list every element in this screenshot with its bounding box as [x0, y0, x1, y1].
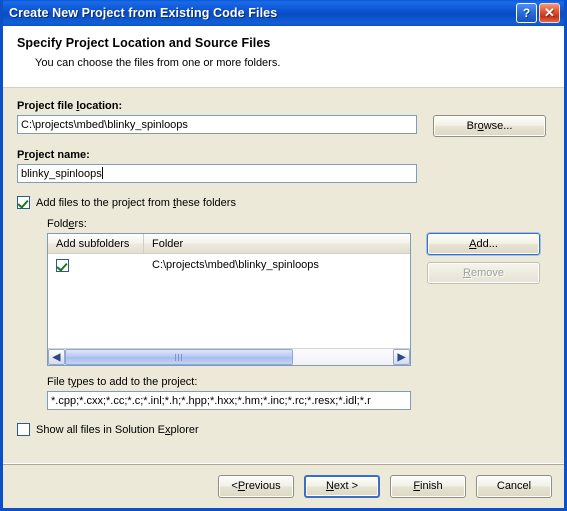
- project-location-label-part1: Project file: [17, 100, 77, 112]
- file-types-label-part1: File t: [47, 376, 71, 388]
- scrollbar-grip-icon: [174, 353, 184, 361]
- project-name-label: Project name:: [17, 149, 550, 161]
- page-title: Specify Project Location and Source File…: [17, 36, 271, 50]
- add-files-label-part2: hese folders: [176, 196, 236, 209]
- project-location-row: C:\projects\mbed\blinky_spinloops Br o wse…: [17, 115, 550, 137]
- project-name-input[interactable]: blinky_spinloops: [17, 164, 417, 183]
- scroll-left-icon[interactable]: ◀: [48, 349, 65, 365]
- show-all-files-checkbox[interactable]: [17, 423, 30, 436]
- finish-button[interactable]: Finish: [390, 474, 466, 498]
- folders-listview[interactable]: Add subfolders Folder C:\projects\mbed\b…: [47, 233, 411, 366]
- folders-area: Add subfolders Folder C:\projects\mbed\b…: [47, 233, 550, 366]
- add-folder-button[interactable]: Add...: [427, 233, 540, 255]
- show-all-files-label: Show all files in Solution Explorer: [36, 424, 199, 436]
- add-files-checkbox[interactable]: [17, 196, 30, 209]
- add-button-label-part2: dd...: [476, 238, 498, 250]
- remove-folder-button: Remove: [427, 262, 540, 284]
- window-title: Create New Project from Existing Code Fi…: [9, 6, 278, 20]
- row-add-subfolders-cell[interactable]: [48, 258, 144, 272]
- folders-label-part1: Fold: [47, 218, 69, 230]
- add-button-accel: A: [469, 238, 477, 250]
- show-all-files-label-part1: Show all files in Solution E: [36, 423, 166, 436]
- previous-button[interactable]: < Previous: [218, 474, 294, 498]
- page-subtitle: You can choose the files from one or mor…: [35, 57, 281, 69]
- scrollbar-track[interactable]: [65, 349, 393, 365]
- folders-label: Folders:: [47, 218, 550, 230]
- finish-accel: F: [413, 480, 421, 492]
- folders-label-part2: rs:: [74, 218, 87, 230]
- finish-label-part2: inish: [420, 480, 443, 492]
- title-bar-buttons: ? ✕: [516, 3, 562, 23]
- row-folder-cell: C:\projects\mbed\blinky_spinloops: [152, 259, 319, 271]
- dialog-window: Create New Project from Existing Code Fi…: [0, 0, 567, 511]
- scrollbar-thumb[interactable]: [65, 349, 293, 365]
- row-add-subfolders-checkbox[interactable]: [56, 258, 69, 272]
- next-accel: N: [325, 480, 334, 492]
- project-location-label: Project file location:: [17, 100, 550, 112]
- project-location-input[interactable]: C:\projects\mbed\blinky_spinloops: [17, 115, 417, 134]
- previous-label-part2: revious: [245, 480, 281, 492]
- show-all-files-row[interactable]: Show all files in Solution Explorer: [17, 423, 550, 436]
- dialog-header: Specify Project Location and Source File…: [3, 26, 564, 88]
- column-header-add-subfolders[interactable]: Add subfolders: [48, 234, 144, 253]
- help-icon[interactable]: ?: [516, 3, 537, 23]
- next-button[interactable]: Next >: [304, 474, 380, 498]
- browse-button[interactable]: Br o wse...: [433, 115, 546, 137]
- show-all-files-label-part2: plorer: [170, 423, 199, 436]
- dialog-footer: < Previous Next > Finish Cancel: [3, 463, 564, 508]
- horizontal-scrollbar[interactable]: ◀ ▶: [48, 348, 410, 365]
- title-bar: Create New Project from Existing Code Fi…: [3, 0, 564, 26]
- dialog-body: Project file location: C:\projects\mbed\…: [3, 88, 564, 446]
- project-name-value: blinky_spinloops: [21, 168, 102, 180]
- file-types-input[interactable]: *.cpp;*.cxx;*.cc;*.c;*.inl;*.h;*.hpp;*.h…: [47, 391, 411, 410]
- browse-button-label-part1: Br: [466, 120, 478, 132]
- previous-accel: P: [237, 480, 246, 492]
- close-icon[interactable]: ✕: [539, 3, 560, 23]
- add-files-checkbox-row[interactable]: Add files to the project from these fold…: [17, 196, 550, 209]
- remove-button-label-part2: emove: [470, 267, 504, 279]
- scroll-right-icon[interactable]: ▶: [393, 349, 410, 365]
- project-name-label-part2: oject name:: [28, 149, 90, 161]
- project-location-label-part2: ocation:: [79, 100, 123, 112]
- cancel-button[interactable]: Cancel: [476, 474, 552, 498]
- browse-button-label-part2: wse...: [483, 120, 513, 132]
- folders-listview-header: Add subfolders Folder: [48, 234, 410, 254]
- table-row[interactable]: C:\projects\mbed\blinky_spinloops: [48, 254, 410, 276]
- file-types-label-part2: pes to add to the project:: [76, 376, 198, 388]
- column-header-folder[interactable]: Folder: [144, 234, 410, 253]
- folders-buttons: Add... Remove: [427, 233, 540, 284]
- add-files-label-part1: Add files to the project from: [36, 196, 173, 209]
- add-files-checkbox-label: Add files to the project from these fold…: [36, 197, 236, 209]
- file-types-label: File types to add to the project:: [47, 376, 550, 388]
- next-label-part2: ext >: [333, 480, 359, 492]
- remove-button-accel: R: [463, 267, 471, 279]
